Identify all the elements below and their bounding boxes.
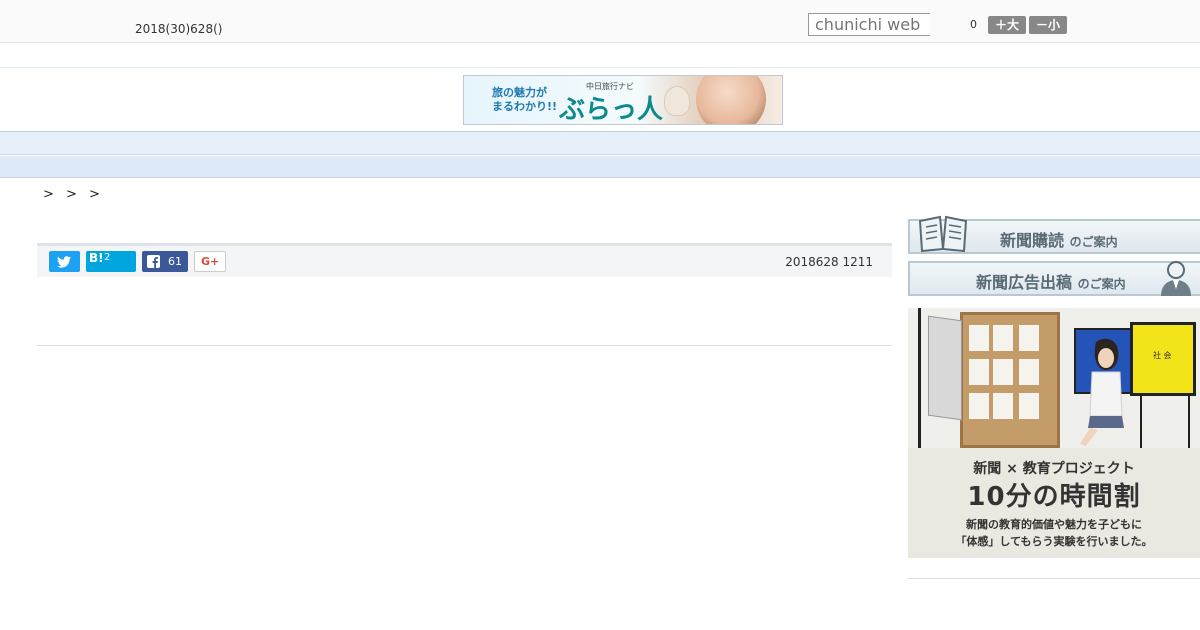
- hatena-icon: B!: [89, 251, 104, 265]
- promo-heading: 新聞 × 教育プロジェクト: [973, 461, 1135, 477]
- facebook-icon: [147, 255, 160, 268]
- subscription-label: 新聞購読 のご案内: [1000, 231, 1118, 250]
- twitter-icon: [57, 256, 71, 268]
- student-figure: [1080, 338, 1124, 446]
- facebook-count: 61: [168, 255, 182, 268]
- font-larger-button[interactable]: ＋大: [988, 16, 1026, 34]
- promo-title: 10分の時間割: [967, 482, 1141, 512]
- wooden-door: [960, 312, 1060, 448]
- display-stand: [1140, 396, 1190, 448]
- twitter-share-button[interactable]: [49, 251, 80, 272]
- search-input[interactable]: [808, 13, 930, 36]
- hatena-count: 2: [104, 252, 111, 263]
- businessperson-icon: [1161, 261, 1191, 296]
- hatena-bookmark-button[interactable]: B! 2: [86, 251, 136, 272]
- easel-canvas: [928, 315, 962, 421]
- main-nav: [0, 131, 1200, 155]
- ad-placement-label: 新聞広告出稿 のご案内: [976, 273, 1126, 292]
- googleplus-icon: G+: [201, 255, 220, 268]
- subscription-guide-button[interactable]: 新聞購読 のご案内: [908, 215, 1200, 254]
- share-bar: B! 2 61 G+ 2018628 1211: [37, 243, 892, 277]
- breadcrumb[interactable]: > > >: [43, 187, 104, 202]
- education-project-promo[interactable]: 社 会 新聞 × 教育プロジェクト 10分の時間割 新聞の教育的価値や魅力を子ど…: [908, 308, 1200, 558]
- classroom-photo: 社 会: [908, 308, 1200, 448]
- banner-copy: 旅の魅力が まるわかり!!: [492, 86, 558, 113]
- promo-description: 新聞の教育的価値や魅力を子どもに 「体感」してもらう実験を行いました。: [955, 518, 1153, 548]
- ad-placement-guide-button[interactable]: 新聞広告出稿 のご案内: [908, 261, 1200, 296]
- shell-image: [664, 86, 690, 116]
- facebook-share-button[interactable]: 61: [142, 251, 188, 272]
- googleplus-share-button[interactable]: G+: [194, 251, 226, 272]
- counter-text: 0: [970, 18, 977, 31]
- woman-photo: [696, 76, 766, 124]
- article-timestamp: 2018628 1211: [785, 255, 873, 269]
- travel-banner-ad[interactable]: 旅の魅力が まるわかり!! 中日旅行ナビ ぶらっ人: [463, 75, 783, 125]
- content-divider: [37, 345, 892, 346]
- sidebar-divider: [908, 578, 1200, 579]
- newspaper-book-icon: [918, 215, 968, 253]
- banner-brand: ぶらっ人: [559, 95, 664, 125]
- top-bar: 2018(30)628() 0 ＋大 －小: [0, 0, 1200, 43]
- current-date: 2018(30)628(): [135, 22, 223, 36]
- header-strip: [0, 44, 1200, 68]
- display-text: 社 会: [1153, 351, 1172, 360]
- sub-nav: [0, 156, 1200, 178]
- font-smaller-button[interactable]: －小: [1029, 16, 1067, 34]
